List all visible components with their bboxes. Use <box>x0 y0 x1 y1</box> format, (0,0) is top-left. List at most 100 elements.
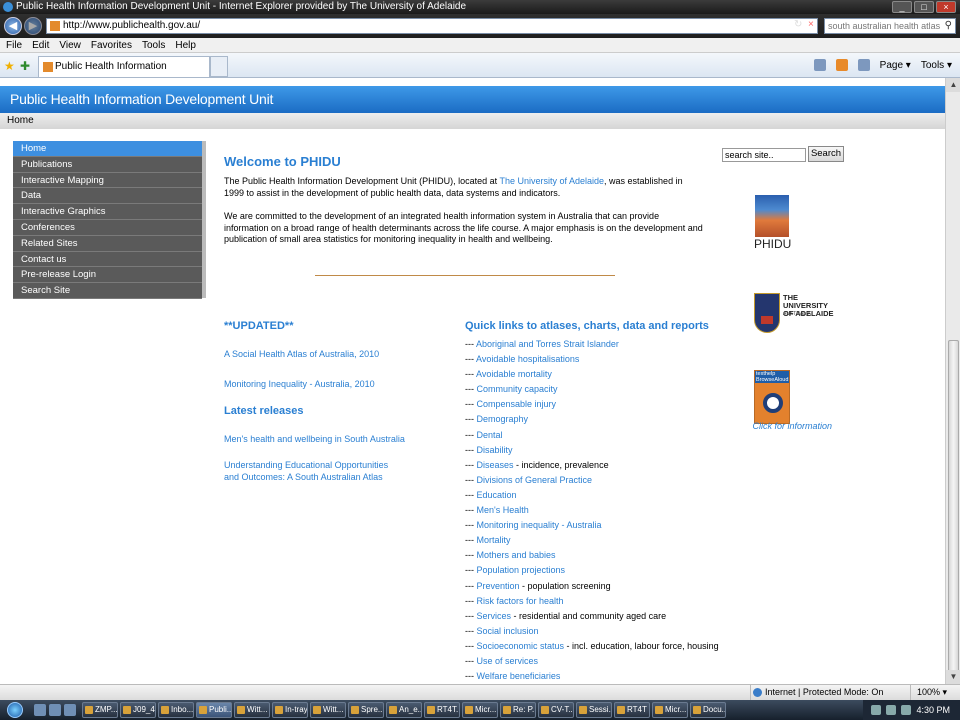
quick-link[interactable]: Socioeconomic status <box>477 641 565 651</box>
taskbar-button[interactable]: Witt... <box>234 702 270 718</box>
nav-conferences[interactable]: Conferences <box>13 220 202 236</box>
taskbar-button[interactable]: Spre... <box>348 702 384 718</box>
vertical-scrollbar[interactable]: ▲ ▼ <box>945 78 960 686</box>
page-menu[interactable]: Page ▾ <box>880 60 911 71</box>
nav-publications[interactable]: Publications <box>13 157 202 173</box>
outlook-launch-icon[interactable] <box>64 704 76 716</box>
uoa-link[interactable]: The University of Adelaide <box>499 176 604 186</box>
nav-contact-us[interactable]: Contact us <box>13 252 202 268</box>
volume-icon[interactable] <box>901 705 912 715</box>
quick-link[interactable]: Mothers and babies <box>477 550 556 560</box>
show-desktop-icon[interactable] <box>34 704 46 716</box>
refresh-icon[interactable]: ↻ <box>794 19 802 30</box>
quick-link[interactable]: Disability <box>477 445 513 455</box>
nav-interactive-mapping[interactable]: Interactive Mapping <box>13 173 202 189</box>
forward-button[interactable]: ▶ <box>24 17 42 35</box>
quick-link[interactable]: Social inclusion <box>477 626 539 636</box>
quick-link[interactable]: Education <box>477 490 517 500</box>
quick-link[interactable]: Community capacity <box>477 384 558 394</box>
taskbar-button[interactable]: An_e... <box>386 702 422 718</box>
tray-icon-2[interactable] <box>886 705 897 715</box>
phidu-logo[interactable] <box>755 195 789 237</box>
clock[interactable]: 4:30 PM <box>916 705 950 715</box>
search-input[interactable]: south australian health atlas ⚲ <box>824 18 956 34</box>
menu-edit[interactable]: Edit <box>32 38 49 52</box>
quick-link[interactable]: Risk factors for health <box>477 596 564 606</box>
monitoring-inequality-link[interactable]: Monitoring Inequality - Australia, 2010 <box>224 379 375 391</box>
university-of-adelaide-logo[interactable]: THE UNIVERSITY OF ADELAIDE AUSTRALIA <box>754 293 834 338</box>
nav-related-sites[interactable]: Related Sites <box>13 236 202 252</box>
taskbar-button[interactable]: Publi... <box>196 702 232 718</box>
address-input[interactable]: http://www.publichealth.gov.au/ <box>46 18 818 34</box>
taskbar-button[interactable]: Witt... <box>310 702 346 718</box>
quick-link[interactable]: Population projections <box>477 565 566 575</box>
zoom-control[interactable]: 100% ▾ <box>910 685 960 700</box>
taskbar-button[interactable]: ZMP... <box>82 702 118 718</box>
taskbar-button[interactable]: Sessi... <box>576 702 612 718</box>
tools-menu[interactable]: Tools ▾ <box>921 60 952 71</box>
site-search-button[interactable]: Search <box>808 146 844 162</box>
menu-favorites[interactable]: Favorites <box>91 38 132 52</box>
scroll-up-icon[interactable]: ▲ <box>946 78 960 92</box>
menu-file[interactable]: File <box>6 38 22 52</box>
taskbar-button[interactable]: RT4T... <box>424 702 460 718</box>
quick-link[interactable]: Avoidable hospitalisations <box>476 354 579 364</box>
quick-link[interactable]: Diseases <box>477 460 514 470</box>
taskbar-button[interactable]: RT4T <box>614 702 650 718</box>
tray-icon-1[interactable] <box>871 705 882 715</box>
social-health-atlas-link[interactable]: A Social Health Atlas of Australia, 2010 <box>224 349 379 361</box>
menu-help[interactable]: Help <box>175 38 196 52</box>
taskbar-button[interactable]: Re: P... <box>500 702 536 718</box>
home-icon[interactable] <box>813 59 826 71</box>
quick-link[interactable]: Welfare beneficiaries <box>477 671 561 681</box>
educational-opportunities-link[interactable]: Understanding Educational Opportunities … <box>224 460 388 483</box>
add-favorite-icon[interactable]: ✚ <box>20 59 30 73</box>
start-button[interactable] <box>0 700 30 720</box>
quick-link[interactable]: Aboriginal and Torres Strait Islander <box>476 339 619 349</box>
print-icon[interactable] <box>857 59 870 71</box>
quick-link[interactable]: Services <box>477 611 512 621</box>
menu-view[interactable]: View <box>59 38 81 52</box>
quick-link[interactable]: Dental <box>477 430 503 440</box>
close-button[interactable]: × <box>936 1 956 13</box>
taskbar-button[interactable]: Micr... <box>462 702 498 718</box>
menu-tools[interactable]: Tools <box>142 38 165 52</box>
breadcrumb-home[interactable]: Home <box>7 115 34 126</box>
taskbar-button[interactable]: Docu... <box>690 702 726 718</box>
ie-launch-icon[interactable] <box>49 704 61 716</box>
quick-link[interactable]: Avoidable mortality <box>476 369 552 379</box>
browsealoud-info-link[interactable]: Click for information <box>752 421 832 432</box>
nav-pre-release-login[interactable]: Pre-release Login <box>13 267 202 284</box>
search-icon[interactable]: ⚲ <box>945 19 952 33</box>
quick-link[interactable]: Monitoring inequality - Australia <box>477 520 602 530</box>
taskbar-button[interactable]: CV-T... <box>538 702 574 718</box>
security-zone[interactable]: Internet | Protected Mode: On <box>750 685 908 700</box>
favorites-star-icon[interactable]: ★ <box>4 59 15 73</box>
scroll-down-icon[interactable]: ▼ <box>946 670 960 684</box>
quick-link[interactable]: Men's Health <box>477 505 529 515</box>
quick-link[interactable]: Mortality <box>477 535 511 545</box>
maximize-button[interactable]: □ <box>914 1 934 13</box>
nav-data[interactable]: Data <box>13 188 202 205</box>
back-button[interactable]: ◀ <box>4 17 22 35</box>
quick-link[interactable]: Demography <box>477 414 529 424</box>
site-search-input[interactable]: search site.. <box>722 148 806 162</box>
quick-link[interactable]: Prevention <box>477 581 520 591</box>
mens-health-sa-link[interactable]: Men's health and wellbeing in South Aust… <box>224 434 405 446</box>
quick-link[interactable]: Compensable injury <box>477 399 557 409</box>
new-tab-button[interactable] <box>210 56 228 77</box>
taskbar-button[interactable]: J09_4... <box>120 702 156 718</box>
nav-interactive-graphics[interactable]: Interactive Graphics <box>13 204 202 220</box>
minimize-button[interactable]: _ <box>892 1 912 13</box>
nav-search-site[interactable]: Search Site <box>13 283 202 299</box>
feeds-icon[interactable] <box>835 59 848 71</box>
taskbar-button[interactable]: Inbo... <box>158 702 194 718</box>
nav-home[interactable]: Home <box>13 141 202 157</box>
quick-link[interactable]: Use of services <box>477 656 539 666</box>
tab-phidu[interactable]: Public Health Information Development Un… <box>38 56 210 92</box>
scroll-thumb[interactable] <box>948 340 959 686</box>
stop-icon[interactable]: × <box>808 19 814 30</box>
browsealoud-logo[interactable]: texthelp BrowseAloud <box>754 370 790 424</box>
quick-link[interactable]: Divisions of General Practice <box>477 475 593 485</box>
taskbar-button[interactable]: Micr... <box>652 702 688 718</box>
